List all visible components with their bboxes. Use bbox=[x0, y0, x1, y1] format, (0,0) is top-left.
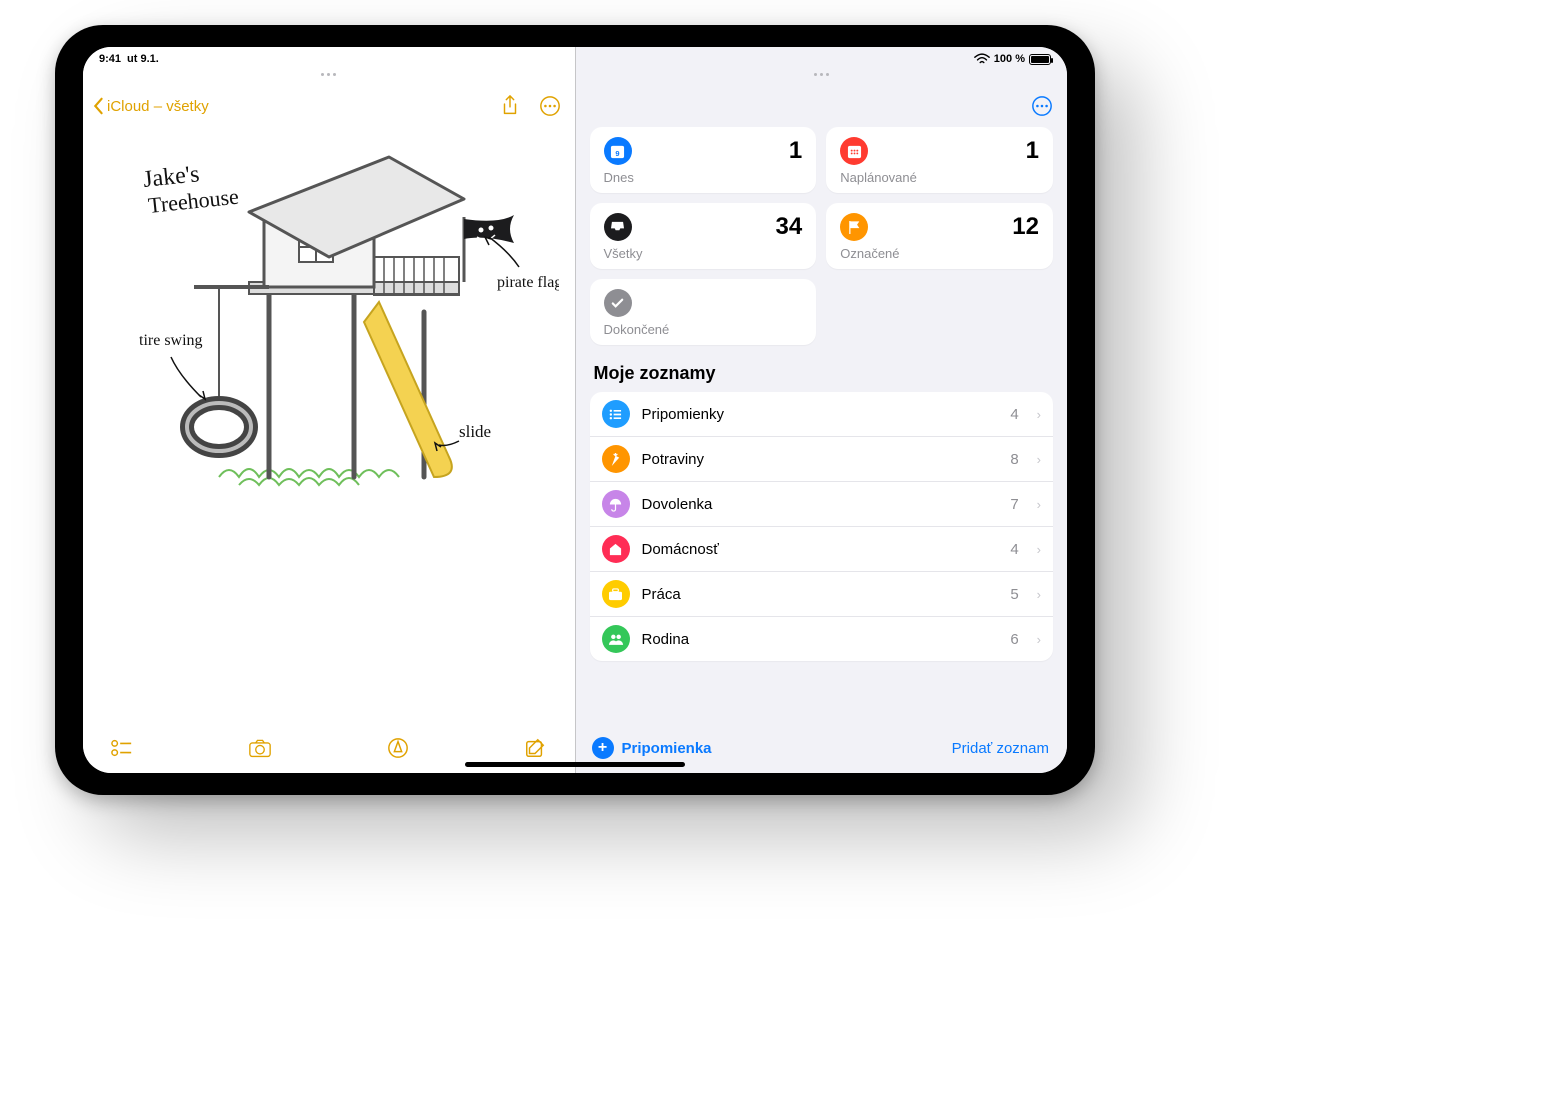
chevron-left-icon bbox=[91, 97, 105, 115]
list-icon bbox=[602, 400, 630, 428]
list-name: Potraviny bbox=[642, 451, 705, 468]
camera-icon bbox=[249, 737, 271, 759]
tile-count: 1 bbox=[789, 137, 802, 165]
camera-button[interactable] bbox=[249, 737, 271, 759]
notes-app: 9:41 ut 9.1. iCloud – všetky bbox=[83, 47, 575, 773]
annotation-tire: tire swing bbox=[139, 332, 203, 349]
list-item[interactable]: Pripomienky 4 › bbox=[590, 392, 1054, 436]
list-item[interactable]: Domácnosť 4 › bbox=[590, 526, 1054, 571]
multitask-grabber-right[interactable] bbox=[576, 73, 1068, 87]
list-count: 8 bbox=[1010, 451, 1018, 468]
tile-count: 34 bbox=[776, 213, 803, 241]
battery-icon bbox=[1029, 54, 1051, 65]
tile-label: Naplánované bbox=[840, 170, 1039, 185]
smart-lists: 9 1 Dnes 1 Naplánované 34 Všetky 12 Označené Doko… bbox=[576, 119, 1068, 345]
chevron-right-icon: › bbox=[1037, 497, 1041, 512]
annotation-slide: slide bbox=[459, 422, 491, 441]
note-canvas[interactable]: Jake's Treehouse tire swing pirate flag … bbox=[97, 127, 561, 719]
list-item[interactable]: Práca 5 › bbox=[590, 571, 1054, 616]
tile-count: 12 bbox=[1012, 213, 1039, 241]
carrot-icon bbox=[602, 445, 630, 473]
svg-text:9: 9 bbox=[615, 149, 619, 158]
new-reminder-label: Pripomienka bbox=[622, 740, 712, 757]
tile-label: Dnes bbox=[604, 170, 803, 185]
list-name: Práca bbox=[642, 586, 681, 603]
notes-header: iCloud – všetky bbox=[83, 87, 575, 121]
list-count: 7 bbox=[1010, 496, 1018, 513]
tile-označené[interactable]: 12 Označené bbox=[826, 203, 1053, 269]
list-name: Pripomienky bbox=[642, 406, 725, 423]
home-icon bbox=[602, 535, 630, 563]
list-item[interactable]: Dovolenka 7 › bbox=[590, 481, 1054, 526]
list-item[interactable]: Potraviny 8 › bbox=[590, 436, 1054, 481]
checklist-icon bbox=[111, 738, 133, 758]
statusbar-right: 100 % bbox=[576, 47, 1068, 71]
tile-dnes[interactable]: 9 1 Dnes bbox=[590, 127, 817, 193]
chevron-right-icon: › bbox=[1037, 632, 1041, 647]
list-count: 4 bbox=[1010, 406, 1018, 423]
share-button[interactable] bbox=[499, 95, 521, 117]
inbox-icon bbox=[604, 213, 632, 241]
home-indicator[interactable] bbox=[465, 762, 685, 767]
list-item[interactable]: Rodina 6 › bbox=[590, 616, 1054, 661]
add-list-button[interactable]: Pridať zoznam bbox=[952, 740, 1049, 757]
tile-naplánované[interactable]: 1 Naplánované bbox=[826, 127, 1053, 193]
chevron-right-icon: › bbox=[1037, 407, 1041, 422]
back-label: iCloud – všetky bbox=[107, 98, 209, 115]
share-icon bbox=[500, 95, 520, 117]
compose-button[interactable] bbox=[524, 737, 546, 759]
battery-percent: 100 % bbox=[994, 53, 1025, 65]
markup-button[interactable] bbox=[387, 737, 409, 759]
tile-label: Dokončené bbox=[604, 322, 803, 337]
umbrella-icon bbox=[602, 490, 630, 518]
people-icon bbox=[602, 625, 630, 653]
pencil-tip-icon bbox=[387, 737, 409, 759]
ipad-device: 9:41 ut 9.1. iCloud – všetky bbox=[55, 25, 1095, 795]
my-lists-header: Moje zoznamy bbox=[576, 345, 1068, 390]
chevron-right-icon: › bbox=[1037, 452, 1041, 467]
chevron-right-icon: › bbox=[1037, 542, 1041, 557]
status-date: ut 9.1. bbox=[127, 53, 159, 65]
annotation-flag: pirate flag bbox=[497, 274, 559, 291]
multitask-grabber-left[interactable] bbox=[83, 73, 575, 87]
tile-dokončené[interactable]: Dokončené bbox=[590, 279, 817, 345]
back-button[interactable]: iCloud – všetky bbox=[91, 97, 209, 115]
checklist-button[interactable] bbox=[111, 737, 133, 759]
tile-label: Všetky bbox=[604, 246, 803, 261]
compose-icon bbox=[524, 737, 546, 759]
tile-všetky[interactable]: 34 Všetky bbox=[590, 203, 817, 269]
list-count: 4 bbox=[1010, 541, 1018, 558]
tile-label: Označené bbox=[840, 246, 1039, 261]
check-icon bbox=[604, 289, 632, 317]
screen: 9:41 ut 9.1. iCloud – všetky bbox=[83, 47, 1067, 773]
my-lists: Pripomienky4›Potraviny8›Dovolenka7›Domác… bbox=[590, 392, 1054, 661]
reminders-app: 100 % 9 1 Dnes 1 Naplánované 34 Všetky 12 Označe… bbox=[576, 47, 1068, 773]
reminders-more-button[interactable] bbox=[1031, 95, 1053, 117]
plus-circle-icon: + bbox=[592, 737, 614, 759]
calendar-icon: 9 bbox=[604, 137, 632, 165]
tile-count: 1 bbox=[1026, 137, 1039, 165]
new-reminder-button[interactable]: + Pripomienka bbox=[592, 737, 712, 759]
more-button[interactable] bbox=[539, 95, 561, 117]
statusbar-left: 9:41 ut 9.1. bbox=[83, 47, 575, 71]
briefcase-icon bbox=[602, 580, 630, 608]
list-name: Dovolenka bbox=[642, 496, 713, 513]
list-name: Rodina bbox=[642, 631, 690, 648]
treehouse-drawing: Jake's Treehouse tire swing pirate flag … bbox=[99, 127, 559, 507]
calendar-grid-icon bbox=[840, 137, 868, 165]
flag-icon bbox=[840, 213, 868, 241]
list-count: 6 bbox=[1010, 631, 1018, 648]
status-time: 9:41 bbox=[99, 53, 121, 65]
wifi-icon bbox=[974, 53, 990, 65]
ellipsis-circle-icon bbox=[1031, 95, 1053, 117]
reminders-header bbox=[576, 87, 1068, 119]
chevron-right-icon: › bbox=[1037, 587, 1041, 602]
list-name: Domácnosť bbox=[642, 541, 719, 558]
list-count: 5 bbox=[1010, 586, 1018, 603]
ellipsis-circle-icon bbox=[539, 95, 561, 117]
